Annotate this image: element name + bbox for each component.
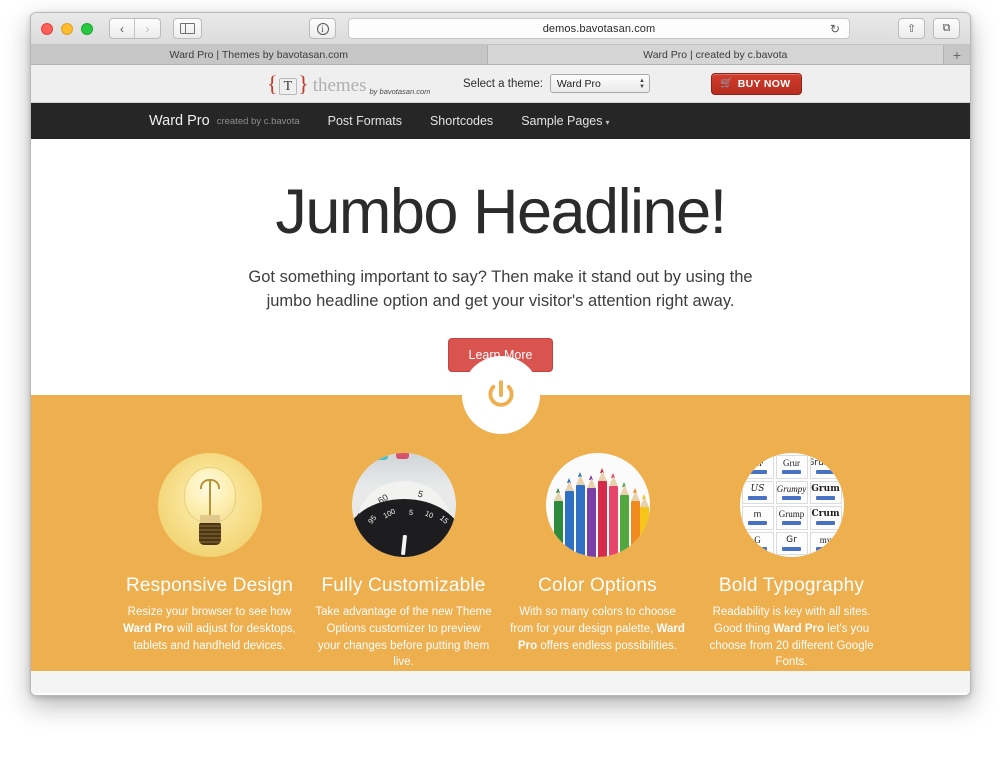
toolbar-right-buttons: ⇧ ⧉ — [898, 18, 960, 39]
address-bar-area: i demos.bavotasan.com ↻ — [309, 18, 850, 40]
theme-select-label: Select a theme: — [463, 77, 543, 90]
forward-button[interactable]: › — [135, 19, 160, 38]
navigation-arrows: ‹ › — [109, 18, 161, 39]
back-button[interactable]: ‹ — [110, 19, 135, 38]
traffic-lights — [41, 22, 93, 35]
zoom-window-button[interactable] — [81, 22, 93, 35]
feature-body-1: Resize your browser to see how Ward Pro … — [121, 604, 299, 654]
theme-select-dropdown[interactable]: Ward Pro ▲ ▼ — [549, 74, 650, 93]
browser-window: ‹ › i demos.bavotasan.com ↻ ⇧ ⧉ Ward Pro… — [30, 12, 971, 696]
logo-right-brace: } — [298, 70, 309, 96]
feature-body-1-bold: Ward Pro — [123, 622, 174, 635]
page-footer-strip — [31, 671, 970, 693]
features-section: Responsive Design Resize your browser to… — [31, 356, 970, 671]
theme-select-value: Ward Pro — [556, 77, 601, 90]
feature-body-3: With so many colors to choose from for y… — [509, 604, 687, 654]
buy-now-button[interactable]: 🛒 BUY NOW — [711, 72, 803, 95]
page-content: { T } themes by bavotasan.com Select a t… — [31, 65, 970, 695]
feature-title-1: Responsive Design — [125, 575, 294, 596]
feature-title-3: Color Options — [538, 575, 657, 596]
power-badge — [461, 356, 540, 434]
feature-body-3-part1: With so many colors to choose from for y… — [510, 606, 676, 635]
nav-item-post-formats[interactable]: Post Formats — [328, 114, 402, 128]
feature-title-4: Bold Typography — [718, 575, 865, 596]
logo-letter-t: T — [278, 77, 298, 95]
url-text: demos.bavotasan.com — [542, 22, 656, 35]
show-tabs-button[interactable]: ⧉ — [933, 18, 960, 39]
site-navigation: Ward Pro created by c.bavota Post Format… — [31, 103, 970, 139]
new-tab-button[interactable]: + — [944, 45, 970, 64]
nav-item-shortcodes[interactable]: Shortcodes — [430, 114, 493, 128]
chevron-down-icon: ▾ — [605, 118, 610, 127]
close-window-button[interactable] — [41, 22, 53, 35]
sidebar-icon — [180, 23, 195, 34]
address-bar[interactable]: demos.bavotasan.com ↻ — [348, 18, 850, 39]
feature-body-4-bold: Ward Pro — [773, 622, 825, 635]
shopping-cart-icon: 🛒 — [720, 78, 733, 89]
feature-columns: Responsive Design Resize your browser to… — [31, 453, 970, 671]
font-specimen-grid: MF Grur Grumpy US Grumpy Grum m Grump Cr… — [740, 453, 844, 557]
theme-selector-group: Select a theme: Ward Pro ▲ ▼ — [463, 74, 650, 93]
feature-column-fully-customizable: 5 60 5 95 100 5 10 15 Fully Customizable… — [307, 453, 501, 671]
feature-body-2: Take advantage of the new Theme Options … — [315, 606, 492, 669]
feature-column-bold-typography: MF Grur Grumpy US Grumpy Grum m Grump Cr… — [695, 453, 889, 671]
browser-tab-2[interactable]: Ward Pro | created by c.bavota — [487, 45, 944, 64]
nav-item-sample-pages[interactable]: Sample Pages ▾ — [521, 114, 609, 128]
dial-gauge-image: 5 60 5 95 100 5 10 15 — [351, 453, 456, 557]
minimize-window-button[interactable] — [61, 22, 73, 35]
info-icon: i — [316, 22, 329, 35]
share-button[interactable]: ⇧ — [898, 18, 925, 39]
site-brand[interactable]: Ward Pro — [149, 113, 210, 129]
power-icon — [487, 380, 514, 407]
tab-bar: Ward Pro | Themes by bavotasan.com Ward … — [31, 45, 970, 65]
browser-tab-1[interactable]: Ward Pro | Themes by bavotasan.com — [31, 45, 488, 64]
logo-subtitle: by bavotasan.com — [369, 86, 431, 96]
themes-logo[interactable]: { T } themes by bavotasan.com — [267, 70, 431, 96]
nav-item-sample-pages-label: Sample Pages — [521, 114, 603, 128]
feature-body-3-part3: offers endless possibilities. — [537, 639, 677, 652]
reload-icon[interactable]: ↻ — [830, 22, 840, 36]
feature-body-4: Readability is key with all sites. Good … — [703, 604, 881, 671]
demo-toolbar: { T } themes by bavotasan.com Select a t… — [31, 65, 970, 103]
lightbulb-image — [157, 453, 262, 557]
logo-wordmark: themes — [312, 74, 367, 96]
hero-headline: Jumbo Headline! — [275, 177, 727, 247]
feature-body-1-part1: Resize your browser to see how — [127, 606, 292, 618]
site-brand-subtitle: created by c.bavota — [216, 115, 300, 127]
feature-column-color-options: Color Options With so many colors to cho… — [501, 453, 695, 671]
hero-subtext: Got something important to say? Then mak… — [248, 268, 753, 310]
google-fonts-grid-image: MF Grur Grumpy US Grumpy Grum m Grump Cr… — [739, 453, 844, 557]
chevron-updown-icon: ▲ ▼ — [638, 77, 645, 90]
site-info-button[interactable]: i — [309, 18, 336, 39]
sidebar-toggle-button[interactable] — [173, 18, 202, 39]
colored-pencils-image — [545, 453, 650, 557]
buy-now-label: BUY NOW — [737, 77, 791, 90]
feature-title-2: Fully Customizable — [321, 575, 486, 596]
logo-left-brace: { — [267, 70, 278, 96]
feature-column-responsive-design: Responsive Design Resize your browser to… — [113, 453, 307, 671]
browser-toolbar: ‹ › i demos.bavotasan.com ↻ ⇧ ⧉ — [31, 13, 970, 45]
